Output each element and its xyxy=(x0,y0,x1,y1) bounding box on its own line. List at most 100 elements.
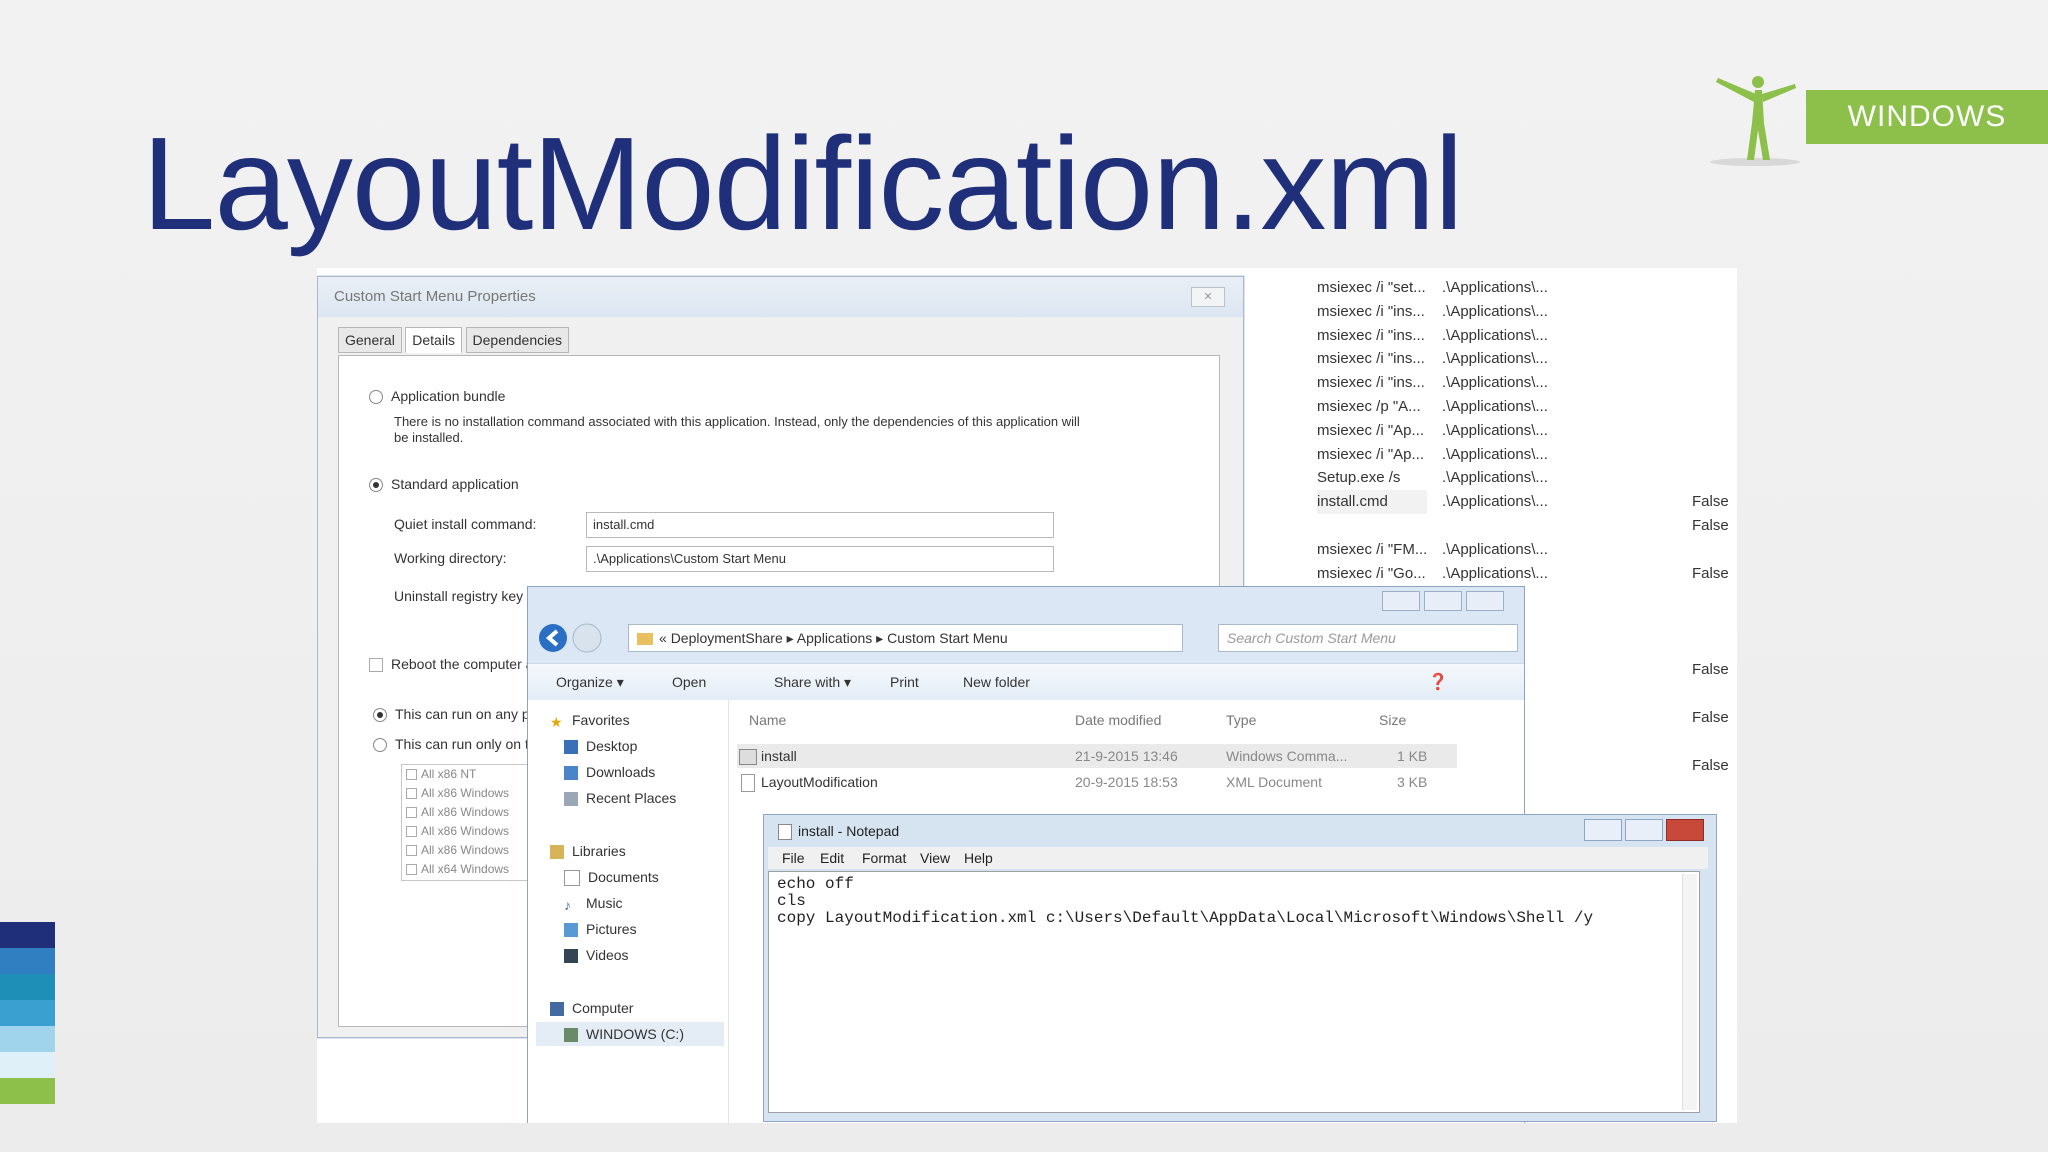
notepad-icon xyxy=(778,824,792,841)
working-directory-label: Working directory: xyxy=(394,550,507,566)
menu-bar: File Edit Format View Help xyxy=(768,847,1708,869)
nav-videos[interactable]: Videos xyxy=(564,947,629,964)
radio-icon[interactable] xyxy=(369,390,383,405)
path-cell: .\Applications\... xyxy=(1442,302,1548,320)
list-item[interactable]: All x86 NT xyxy=(402,765,532,784)
organize-button[interactable]: Organize ▾ xyxy=(556,674,624,691)
checkbox-icon[interactable] xyxy=(406,826,417,838)
column-header-name[interactable]: Name xyxy=(749,712,786,728)
list-item[interactable]: All x64 Windows xyxy=(402,860,532,879)
false-value: False xyxy=(1692,661,1729,678)
nav-desktop[interactable]: Desktop xyxy=(564,738,637,755)
tab-general[interactable]: General xyxy=(338,327,402,353)
checkbox-icon[interactable] xyxy=(406,845,417,857)
breadcrumb-deploymentshare[interactable]: DeploymentShare xyxy=(671,630,783,646)
column-header-type[interactable]: Type xyxy=(1226,712,1256,728)
table-row[interactable]: LayoutModification 20-9-2015 18:53 XML D… xyxy=(737,770,1457,794)
breadcrumb-custom-start-menu[interactable]: Custom Start Menu xyxy=(887,630,1008,646)
path-cell: .\Applications\... xyxy=(1442,540,1548,558)
radio-selected-icon[interactable] xyxy=(373,708,387,723)
text-editor[interactable]: echo off cls copy LayoutModification.xml c… xyxy=(768,871,1700,1113)
address-bar[interactable]: « DeploymentShare ▸ Applications ▸ Custo… xyxy=(628,624,1183,652)
back-arrow-icon[interactable] xyxy=(538,623,568,653)
reboot-option[interactable]: Reboot the computer a xyxy=(369,656,533,673)
downloads-icon xyxy=(564,766,578,781)
standard-application-option[interactable]: Standard application xyxy=(369,476,519,493)
false-value: False xyxy=(1692,565,1729,582)
close-button[interactable]: ✕ xyxy=(1191,287,1225,307)
person-figure-icon xyxy=(1710,76,1800,166)
nav-computer[interactable]: Computer xyxy=(550,1000,633,1017)
command-cell: msiexec /i "ins... xyxy=(1317,302,1425,320)
run-any-option[interactable]: This can run on any p xyxy=(373,706,530,723)
checkbox-icon[interactable] xyxy=(406,788,417,800)
radio-icon[interactable] xyxy=(373,738,387,753)
menu-edit[interactable]: Edit xyxy=(820,850,844,866)
nav-libraries[interactable]: Libraries xyxy=(550,843,626,860)
checkbox-icon[interactable] xyxy=(406,769,417,781)
open-button[interactable]: Open xyxy=(672,674,706,690)
new-folder-button[interactable]: New folder xyxy=(963,674,1030,690)
nav-documents[interactable]: Documents xyxy=(564,869,659,887)
quiet-install-field[interactable]: install.cmd xyxy=(586,512,1054,538)
file-type: Windows Comma... xyxy=(1226,748,1348,764)
minimize-button[interactable] xyxy=(1382,591,1420,611)
radio-selected-icon[interactable] xyxy=(369,478,383,493)
tab-dependencies[interactable]: Dependencies xyxy=(465,327,570,353)
nav-pictures[interactable]: Pictures xyxy=(564,921,637,938)
help-icon[interactable]: ❓ xyxy=(1428,672,1448,692)
application-bundle-option[interactable]: Application bundle xyxy=(369,388,505,405)
tab-details[interactable]: Details xyxy=(405,327,463,353)
nav-label: Recent Places xyxy=(586,790,677,806)
os-item-label: All x86 Windows xyxy=(421,843,510,857)
run-only-option[interactable]: This can run only on tl xyxy=(373,736,532,753)
share-with-button[interactable]: Share with ▾ xyxy=(774,674,851,691)
stripe-3 xyxy=(0,974,55,1000)
nav-recent-places[interactable]: Recent Places xyxy=(564,790,677,807)
column-header-size[interactable]: Size xyxy=(1379,712,1406,728)
table-row[interactable]: install 21-9-2015 13:46 Windows Comma...… xyxy=(737,744,1457,768)
forward-arrow-icon[interactable] xyxy=(572,623,602,653)
column-header-date[interactable]: Date modified xyxy=(1075,712,1161,728)
menu-format[interactable]: Format xyxy=(862,850,906,866)
checkbox-icon[interactable] xyxy=(369,658,383,673)
print-button[interactable]: Print xyxy=(890,674,919,690)
nav-label: WINDOWS (C:) xyxy=(586,1026,684,1042)
list-item[interactable]: All x86 Windows xyxy=(402,822,532,841)
nav-music[interactable]: ♪ Music xyxy=(564,895,623,913)
checkbox-icon[interactable] xyxy=(406,807,417,819)
uninstall-key-label: Uninstall registry key n xyxy=(394,588,535,604)
breadcrumb-applications[interactable]: Applications xyxy=(797,630,873,646)
minimize-button[interactable] xyxy=(1584,819,1622,841)
menu-help[interactable]: Help xyxy=(964,850,993,866)
command-cell: msiexec /i "Ap... xyxy=(1317,421,1425,439)
maximize-button[interactable] xyxy=(1625,819,1663,841)
checkbox-icon[interactable] xyxy=(406,864,417,876)
nav-label: Libraries xyxy=(572,843,626,859)
list-item[interactable]: All x86 Windows xyxy=(402,784,532,803)
nav-label: Music xyxy=(586,895,623,911)
path-cell: .\Applications\... xyxy=(1442,374,1548,392)
nav-downloads[interactable]: Downloads xyxy=(564,764,655,781)
nav-favorites[interactable]: ★ Favorites xyxy=(550,712,630,730)
stripe-7 xyxy=(0,1078,55,1104)
vertical-scrollbar[interactable] xyxy=(1682,874,1697,1110)
list-item[interactable]: All x86 Windows xyxy=(402,841,532,860)
command-bar: Organize ▾ Open Share with ▾ Print New f… xyxy=(528,663,1524,701)
menu-file[interactable]: File xyxy=(782,850,805,866)
nav-label: Videos xyxy=(586,947,629,963)
list-item[interactable]: All x86 Windows xyxy=(402,803,532,822)
nav-drive-c[interactable]: WINDOWS (C:) xyxy=(536,1022,724,1046)
working-directory-field[interactable]: .\Applications\Custom Start Menu xyxy=(586,546,1054,572)
path-column: .\Applications\... .\Applications\... .\… xyxy=(1442,276,1548,585)
menu-view[interactable]: View xyxy=(920,850,950,866)
os-list[interactable]: All x86 NT All x86 Windows All x86 Windo… xyxy=(401,764,533,881)
run-only-label: This can run only on tl xyxy=(395,736,532,752)
os-item-label: All x86 Windows xyxy=(421,824,510,838)
close-button[interactable] xyxy=(1466,591,1504,611)
maximize-button[interactable] xyxy=(1424,591,1462,611)
command-cell xyxy=(1317,514,1427,538)
search-input[interactable]: Search Custom Start Menu xyxy=(1218,624,1518,652)
tab-strip: General Details Dependencies xyxy=(338,327,570,355)
close-button[interactable] xyxy=(1666,819,1704,841)
